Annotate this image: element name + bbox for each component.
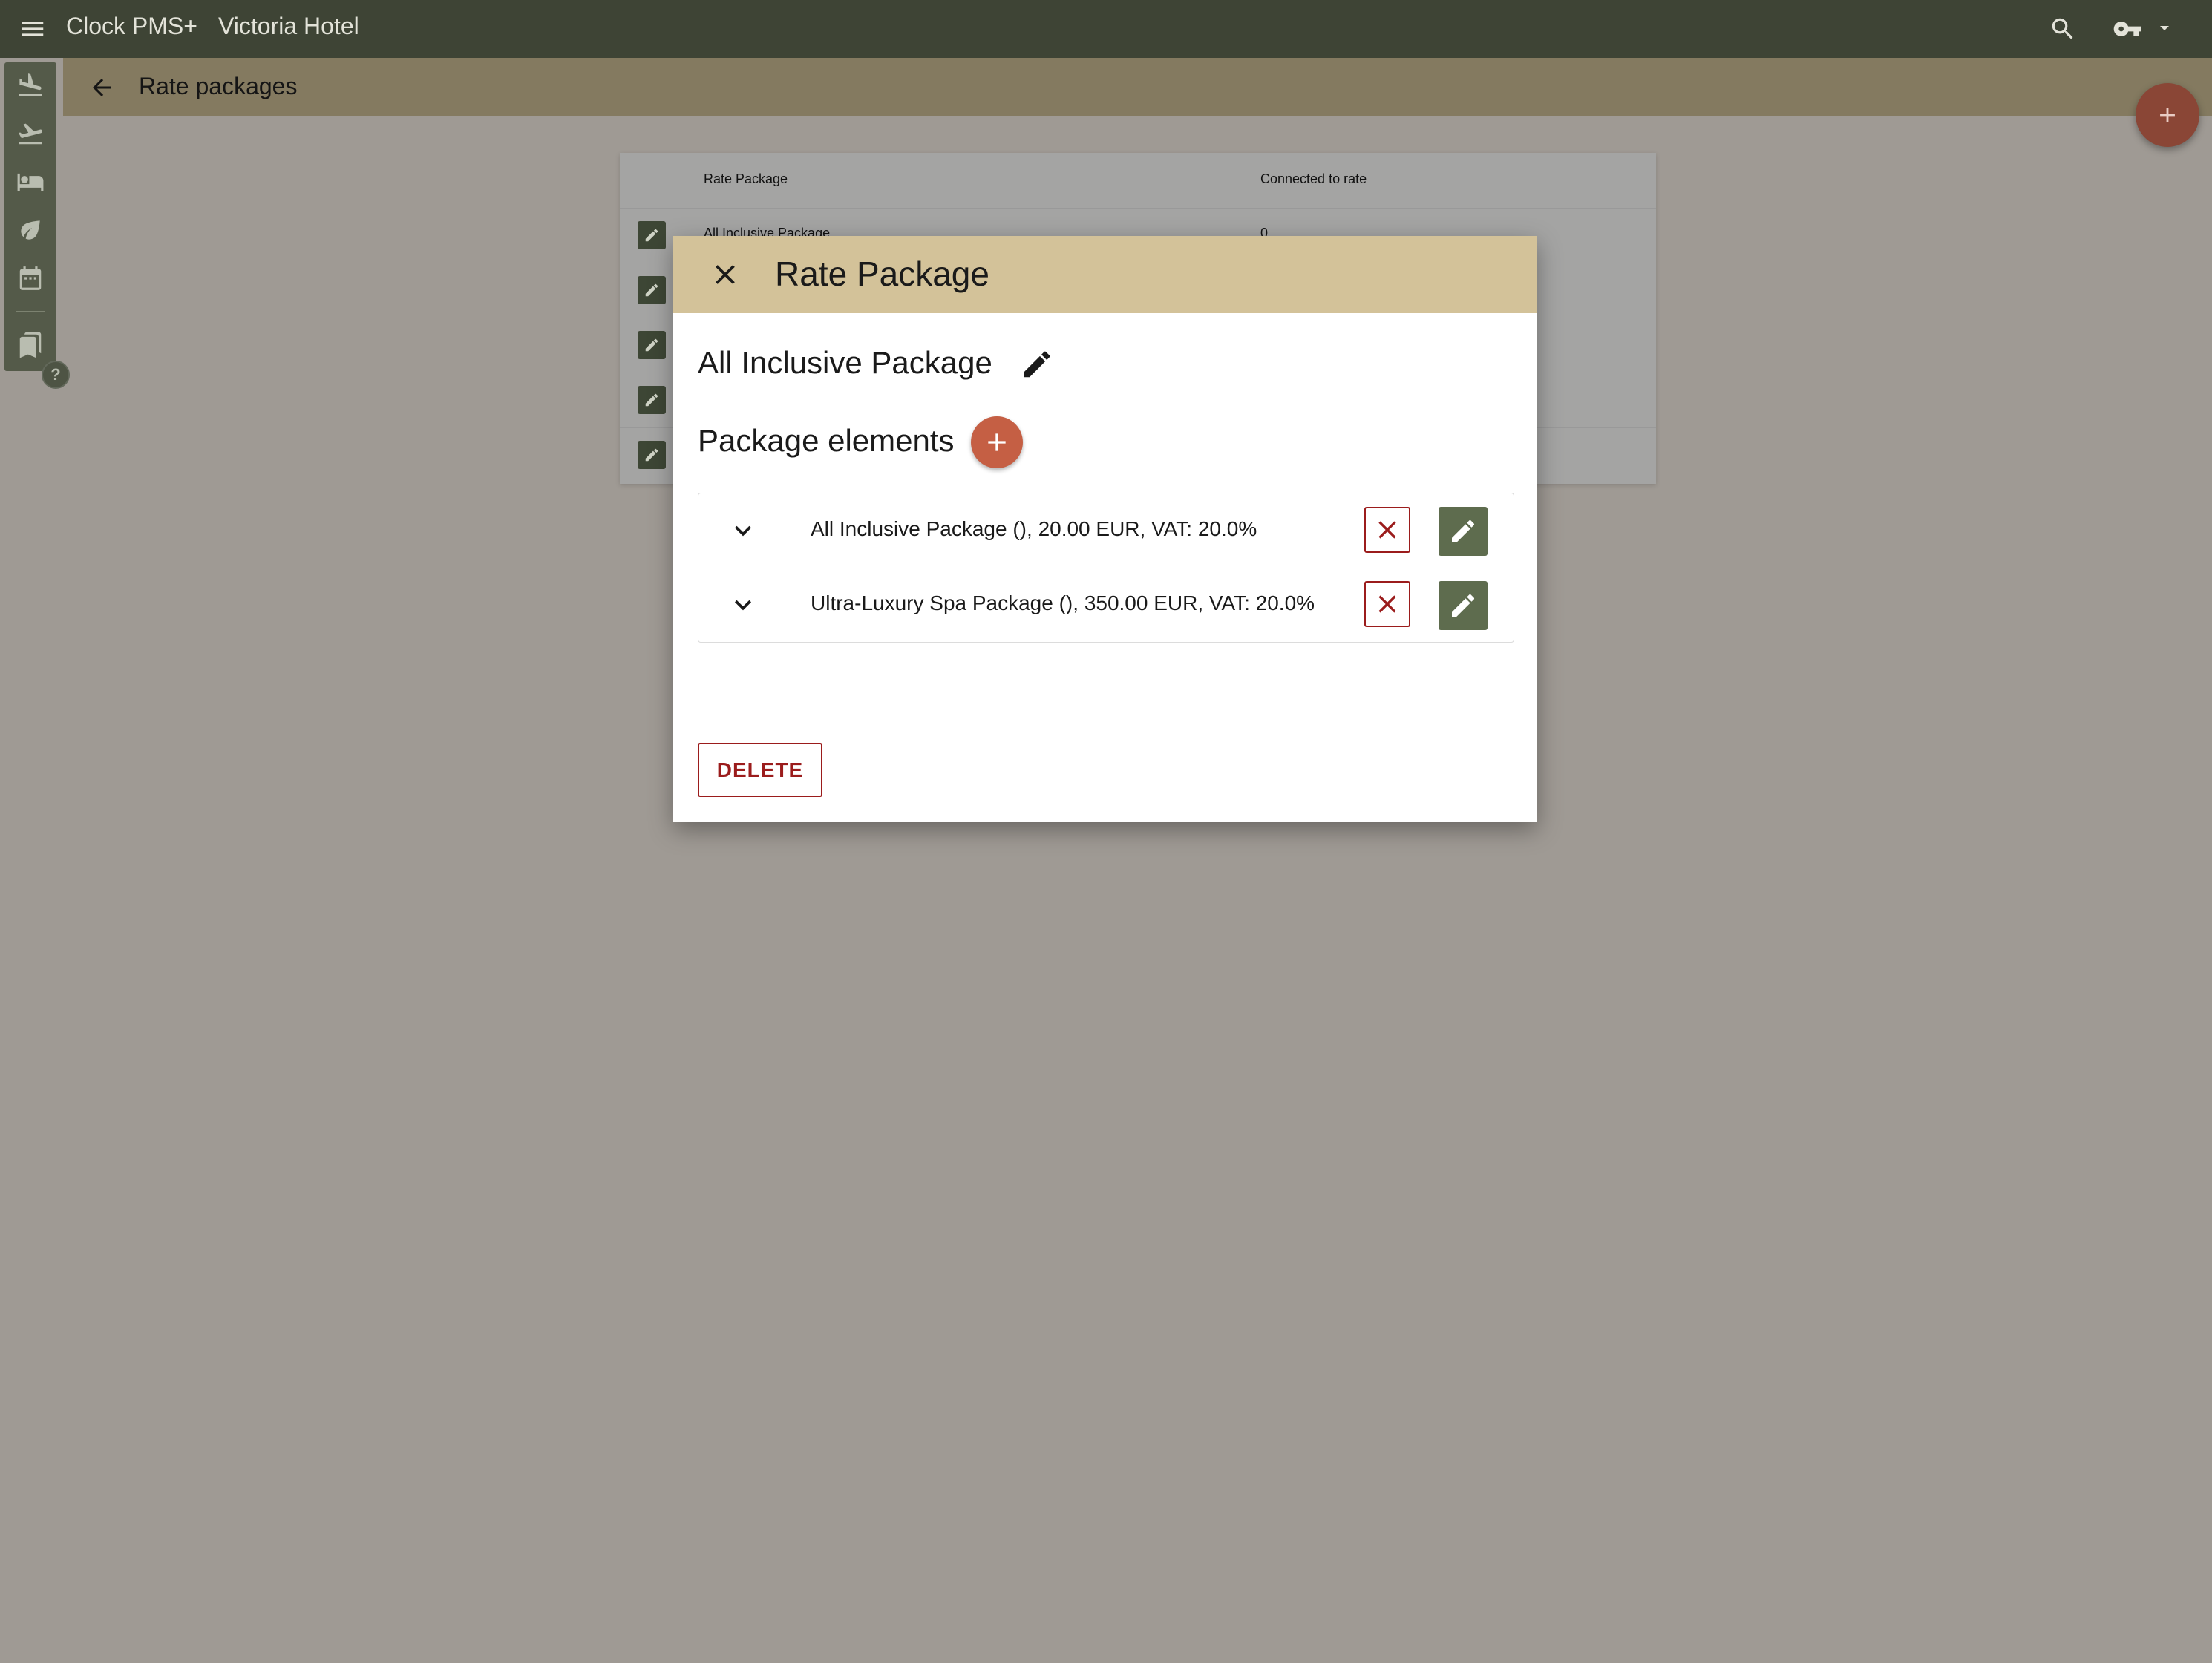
dialog-header: Rate Package bbox=[673, 236, 1537, 313]
top-app-bar: Clock PMS+ Victoria Hotel bbox=[0, 0, 2212, 58]
pencil-icon bbox=[1452, 519, 1475, 542]
housekeeping-icon[interactable] bbox=[16, 216, 45, 244]
list-item: All Inclusive Package (), 20.00 EUR, VAT… bbox=[698, 493, 1514, 568]
close-icon bbox=[1378, 521, 1396, 539]
rooms-icon[interactable] bbox=[16, 168, 45, 196]
close-icon[interactable] bbox=[709, 258, 742, 291]
list-item: Ultra-Luxury Spa Package (), 350.00 EUR,… bbox=[698, 568, 1514, 642]
edit-row-button[interactable] bbox=[638, 386, 666, 414]
app-name: Clock PMS+ bbox=[66, 13, 197, 39]
menu-icon[interactable] bbox=[18, 15, 48, 43]
package-elements-list: All Inclusive Package (), 20.00 EUR, VAT… bbox=[698, 493, 1514, 643]
edit-row-button[interactable] bbox=[638, 221, 666, 249]
package-elements-title: Package elements bbox=[698, 423, 955, 458]
arrivals-icon[interactable] bbox=[16, 71, 45, 99]
edit-element-button[interactable] bbox=[1439, 507, 1488, 556]
add-rate-package-button[interactable] bbox=[2136, 83, 2199, 147]
edit-row-button[interactable] bbox=[638, 331, 666, 359]
package-element-label: All Inclusive Package (), 20.00 EUR, VAT… bbox=[811, 517, 1257, 540]
chevron-down-icon[interactable] bbox=[2156, 21, 2173, 36]
back-arrow-icon[interactable] bbox=[88, 74, 115, 101]
departures-icon[interactable] bbox=[16, 119, 45, 148]
edit-row-button[interactable] bbox=[638, 441, 666, 469]
rail-divider bbox=[16, 311, 45, 312]
column-header-rate-package: Rate Package bbox=[704, 171, 788, 186]
left-rail bbox=[4, 62, 56, 371]
pencil-icon bbox=[645, 283, 658, 297]
edit-package-name-icon[interactable] bbox=[1020, 347, 1054, 381]
hotel-name[interactable]: Victoria Hotel bbox=[218, 13, 359, 40]
search-icon[interactable] bbox=[2049, 15, 2077, 43]
pencil-icon bbox=[1452, 594, 1475, 617]
pencil-icon bbox=[645, 448, 658, 462]
edit-element-button[interactable] bbox=[1439, 581, 1488, 630]
help-icon[interactable]: ? bbox=[42, 361, 70, 389]
remove-element-button[interactable] bbox=[1364, 581, 1410, 627]
table-header: Rate Package Connected to rate bbox=[620, 153, 1656, 209]
package-element-label: Ultra-Luxury Spa Package (), 350.00 EUR,… bbox=[811, 591, 1315, 614]
bookmarks-icon[interactable] bbox=[16, 331, 45, 359]
key-icon[interactable] bbox=[2113, 18, 2142, 40]
close-icon bbox=[1378, 595, 1396, 613]
rate-package-dialog: Rate Package All Inclusive Package Packa… bbox=[673, 236, 1537, 822]
package-name: All Inclusive Package bbox=[698, 345, 992, 380]
page-header: Rate packages bbox=[63, 58, 2212, 116]
chevron-down-icon[interactable] bbox=[727, 514, 759, 547]
plus-icon bbox=[988, 433, 1006, 451]
pencil-icon bbox=[645, 393, 658, 407]
calendar-icon[interactable] bbox=[16, 264, 45, 292]
remove-element-button[interactable] bbox=[1364, 507, 1410, 553]
pencil-icon bbox=[645, 338, 658, 352]
add-package-element-button[interactable] bbox=[971, 416, 1023, 468]
delete-button[interactable]: DELETE bbox=[698, 743, 822, 797]
column-header-connected: Connected to rate bbox=[1260, 171, 1367, 186]
dialog-title: Rate Package bbox=[775, 255, 989, 293]
plus-icon bbox=[2160, 108, 2175, 122]
chevron-down-icon[interactable] bbox=[727, 588, 759, 621]
pencil-icon bbox=[645, 229, 658, 242]
edit-row-button[interactable] bbox=[638, 276, 666, 304]
page-title: Rate packages bbox=[139, 73, 298, 99]
